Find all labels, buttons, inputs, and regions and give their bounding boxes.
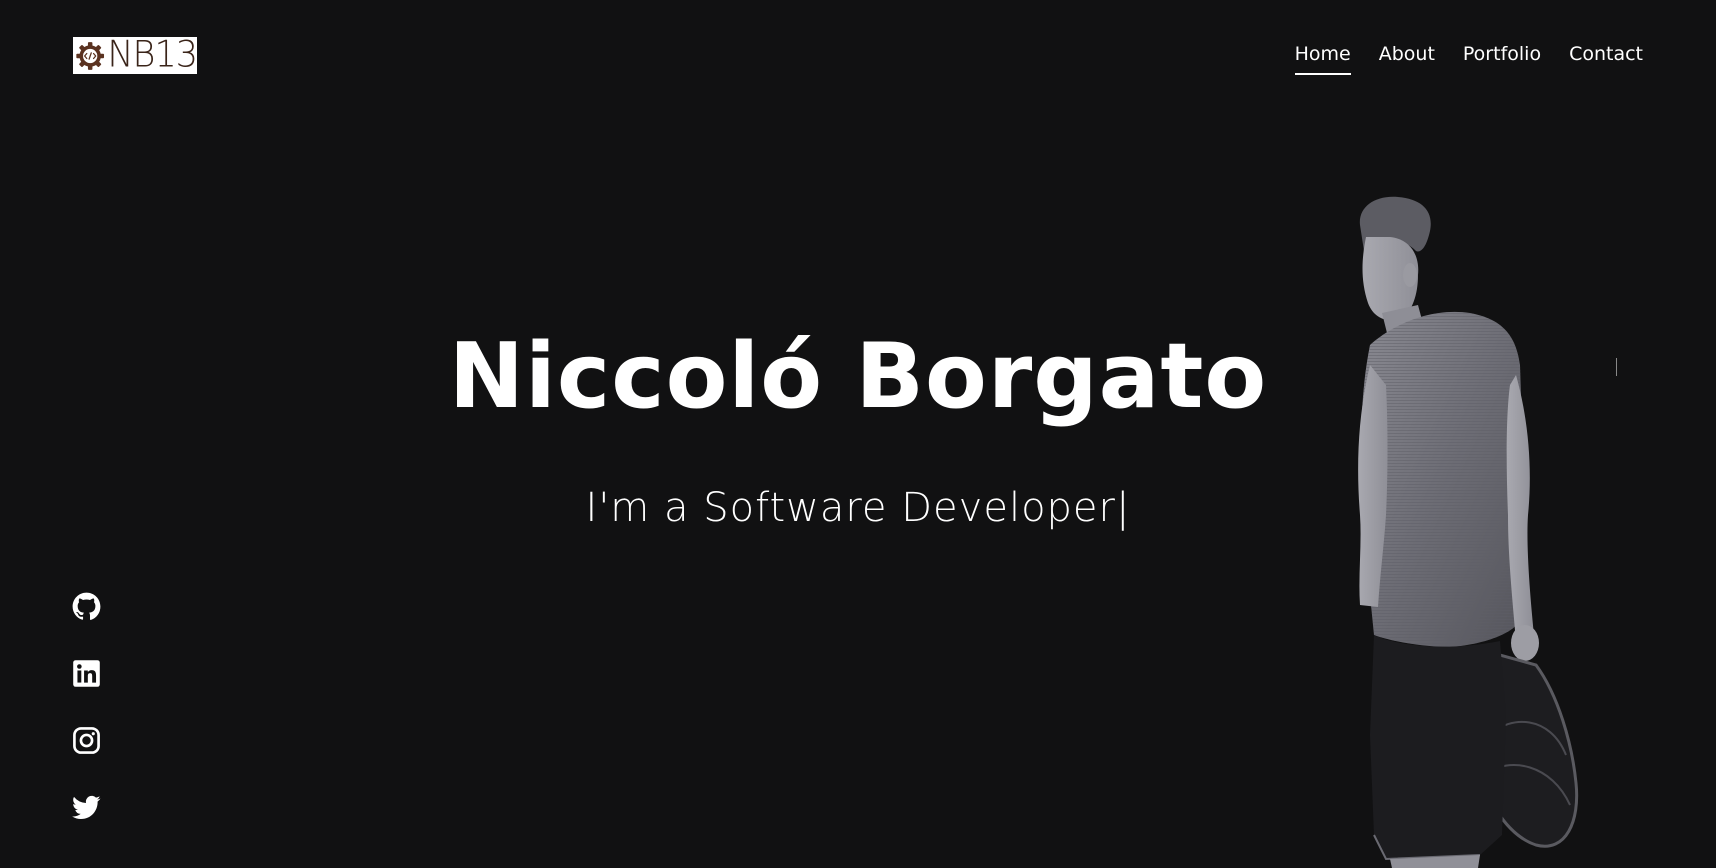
typing-cursor: | [1115, 485, 1131, 531]
social-links [72, 592, 101, 822]
logo-text: NB13 [107, 33, 198, 76]
nav-home[interactable]: Home [1294, 40, 1351, 75]
gear-code-icon [76, 41, 105, 70]
scroll-indicator [1616, 358, 1617, 376]
nav-about[interactable]: About [1379, 40, 1435, 74]
linkedin-icon [73, 660, 100, 687]
main-nav: Home About Portfolio Contact [1294, 40, 1643, 75]
portrait-photo [1330, 195, 1630, 868]
instagram-icon [73, 727, 100, 754]
nav-contact[interactable]: Contact [1569, 40, 1643, 74]
hero-subtitle-text: I'm a Software Developer [585, 485, 1116, 531]
github-icon [72, 592, 101, 620]
portrait-silhouette [1358, 196, 1579, 868]
instagram-link[interactable] [72, 726, 101, 755]
linkedin-link[interactable] [72, 659, 101, 688]
twitter-link[interactable] [72, 793, 101, 822]
nav-portfolio[interactable]: Portfolio [1463, 40, 1541, 74]
github-link[interactable] [72, 592, 101, 621]
site-logo[interactable]: NB13 [73, 33, 198, 76]
page: NB13 Home About Portfolio Contact Niccol… [0, 0, 1716, 868]
twitter-icon [72, 795, 101, 819]
